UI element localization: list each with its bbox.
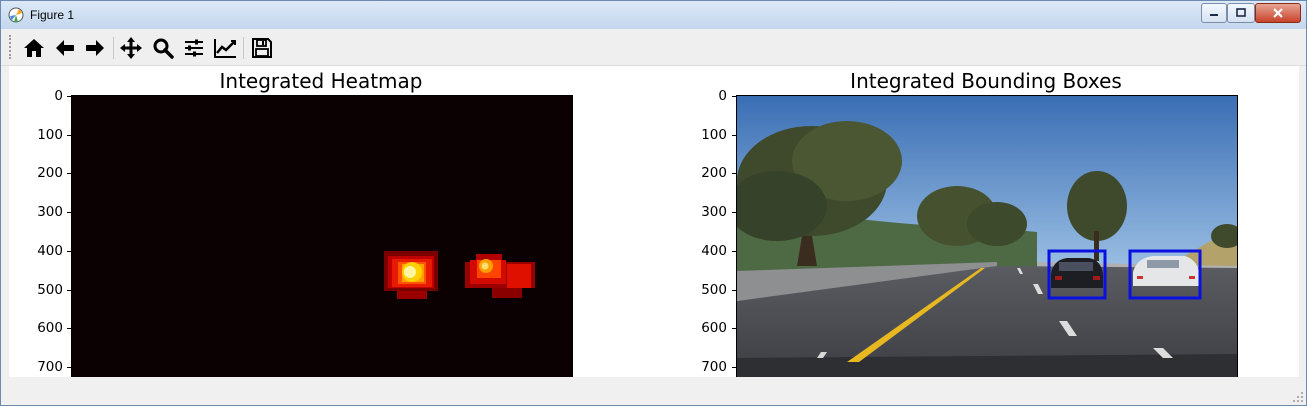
- heatmap-ytick-label: 0: [54, 88, 63, 104]
- boxes-ytick-label: 100: [701, 127, 727, 143]
- home-icon: [24, 39, 44, 57]
- maximize-button[interactable]: [1227, 3, 1255, 23]
- edit-axes-button[interactable]: [212, 35, 238, 61]
- boxes-ytick-label: 300: [701, 204, 727, 220]
- heatmap-ytick-label: 300: [37, 204, 63, 220]
- boxes-axes[interactable]: [736, 95, 1238, 377]
- forward-button[interactable]: [82, 35, 108, 61]
- toolbar-separator: [113, 37, 114, 59]
- heatmap-ytick-label: 500: [37, 282, 63, 298]
- figure-window: Figure 1 Integrated Heatmap 0 100 200 30…: [0, 0, 1307, 406]
- navigation-toolbar: [1, 29, 1306, 66]
- forward-icon: [86, 40, 104, 56]
- close-icon: [1273, 8, 1283, 18]
- back-button[interactable]: [52, 35, 78, 61]
- road-photo: [737, 96, 1237, 377]
- heatmap-ytick-label: 400: [37, 243, 63, 259]
- toolbar-grip[interactable]: [9, 35, 14, 59]
- boxes-ytick-label: 700: [701, 359, 727, 375]
- home-button[interactable]: [21, 35, 47, 61]
- toolbar-separator: [243, 37, 244, 59]
- boxes-ytick-label: 200: [701, 165, 727, 181]
- pan-icon: [120, 37, 142, 59]
- subplots-button[interactable]: [181, 35, 207, 61]
- save-button[interactable]: [249, 35, 275, 61]
- minimize-icon: [1210, 14, 1218, 16]
- pan-button[interactable]: [118, 35, 144, 61]
- status-bar: [1, 377, 1306, 405]
- zoom-icon: [153, 38, 174, 59]
- maximize-icon: [1236, 8, 1246, 17]
- heatmap-ytick-label: 200: [37, 165, 63, 181]
- boxes-ytick-label: 500: [701, 282, 727, 298]
- close-button[interactable]: [1255, 3, 1301, 23]
- heatmap-ytick-label: 600: [37, 320, 63, 336]
- boxes-ytick-label: 400: [701, 243, 727, 259]
- figure-canvas[interactable]: Integrated Heatmap 0 100 200 300 400 500…: [9, 66, 1299, 377]
- back-icon: [56, 40, 74, 56]
- heatmap-title: Integrated Heatmap: [219, 69, 423, 93]
- resize-grip-icon[interactable]: [1292, 391, 1304, 403]
- heatmap-axes[interactable]: [71, 95, 573, 377]
- boxes-ytick-label: 0: [718, 88, 727, 104]
- boxes-ytick-label: 600: [701, 320, 727, 336]
- heatmap-ytick-label: 100: [37, 127, 63, 143]
- heatmap-ytick-label: 700: [37, 359, 63, 375]
- heatmap-image: [72, 96, 572, 377]
- minimize-button[interactable]: [1201, 3, 1227, 23]
- save-icon: [252, 38, 272, 58]
- subplots-icon: [185, 39, 203, 57]
- boxes-title: Integrated Bounding Boxes: [850, 69, 1122, 93]
- title-bar[interactable]: Figure 1: [1, 1, 1306, 29]
- edit-axes-icon: [214, 39, 236, 58]
- zoom-button[interactable]: [150, 35, 176, 61]
- window-title: Figure 1: [30, 8, 75, 22]
- matplotlib-logo-icon: [8, 7, 24, 23]
